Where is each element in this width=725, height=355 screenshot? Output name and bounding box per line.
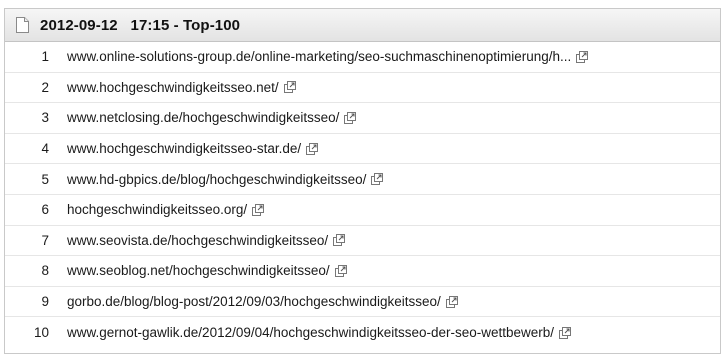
list-item: 10 www.gernot-gawlik.de/2012/09/04/hochg… [5, 317, 720, 348]
external-link-icon[interactable] [344, 111, 357, 124]
external-link-icon[interactable] [283, 81, 296, 94]
rank-number: 10 [33, 325, 49, 341]
panel-title: 2012-09-12 17:15 - Top-100 [40, 16, 241, 34]
list-item: 8 www.seoblog.net/hochgeschwindigkeitsse… [5, 256, 720, 287]
list-item: 4 www.hochgeschwindigkeitsseo-star.de/ [5, 134, 720, 165]
rank-number: 1 [41, 49, 49, 65]
list-item: 6 hochgeschwindigkeitsseo.org/ [5, 195, 720, 226]
rank-number: 5 [41, 171, 49, 187]
external-link-icon[interactable] [576, 50, 589, 63]
rank-number: 8 [41, 263, 49, 279]
list-item: 7 www.seovista.de/hochgeschwindigkeitsse… [5, 226, 720, 257]
results-panel: 2012-09-12 17:15 - Top-100 1 www.online-… [4, 8, 721, 354]
rank-number: 3 [41, 110, 49, 126]
result-url-link[interactable]: www.seoblog.net/hochgeschwindigkeitsseo/ [67, 263, 330, 278]
list-item: 2 www.hochgeschwindigkeitsseo.net/ [5, 73, 720, 104]
result-url-link[interactable]: www.seovista.de/hochgeschwindigkeitsseo/ [67, 233, 328, 248]
rank-number: 2 [41, 79, 49, 95]
results-list: 1 www.online-solutions-group.de/online-m… [5, 42, 720, 348]
result-url-link[interactable]: www.hochgeschwindigkeitsseo.net/ [67, 80, 279, 95]
list-item: 3 www.netclosing.de/hochgeschwindigkeits… [5, 103, 720, 134]
result-url-link[interactable]: www.hd-gbpics.de/blog/hochgeschwindigkei… [67, 172, 366, 187]
list-item: 5 www.hd-gbpics.de/blog/hochgeschwindigk… [5, 164, 720, 195]
result-url-link[interactable]: www.hochgeschwindigkeitsseo-star.de/ [67, 141, 301, 156]
result-url-link[interactable]: www.gernot-gawlik.de/2012/09/04/hochgesc… [67, 325, 554, 340]
rank-number: 7 [41, 232, 49, 248]
list-item: 9 gorbo.de/blog/blog-post/2012/09/03/hoc… [5, 287, 720, 318]
panel-header: 2012-09-12 17:15 - Top-100 [5, 9, 720, 42]
result-url-link[interactable]: hochgeschwindigkeitsseo.org/ [67, 202, 247, 217]
external-link-icon[interactable] [559, 326, 572, 339]
document-icon [16, 17, 29, 33]
rank-number: 9 [41, 294, 49, 310]
result-url-link[interactable]: www.online-solutions-group.de/online-mar… [67, 49, 571, 64]
external-link-icon[interactable] [306, 142, 319, 155]
external-link-icon[interactable] [334, 264, 347, 277]
external-link-icon[interactable] [371, 173, 384, 186]
result-url-link[interactable]: www.netclosing.de/hochgeschwindigkeitsse… [67, 110, 339, 125]
list-item: 1 www.online-solutions-group.de/online-m… [5, 42, 720, 73]
result-url-link[interactable]: gorbo.de/blog/blog-post/2012/09/03/hochg… [67, 294, 441, 309]
rank-number: 6 [41, 202, 49, 218]
external-link-icon[interactable] [445, 295, 458, 308]
external-link-icon[interactable] [333, 234, 346, 247]
external-link-icon[interactable] [252, 203, 265, 216]
rank-number: 4 [41, 141, 49, 157]
